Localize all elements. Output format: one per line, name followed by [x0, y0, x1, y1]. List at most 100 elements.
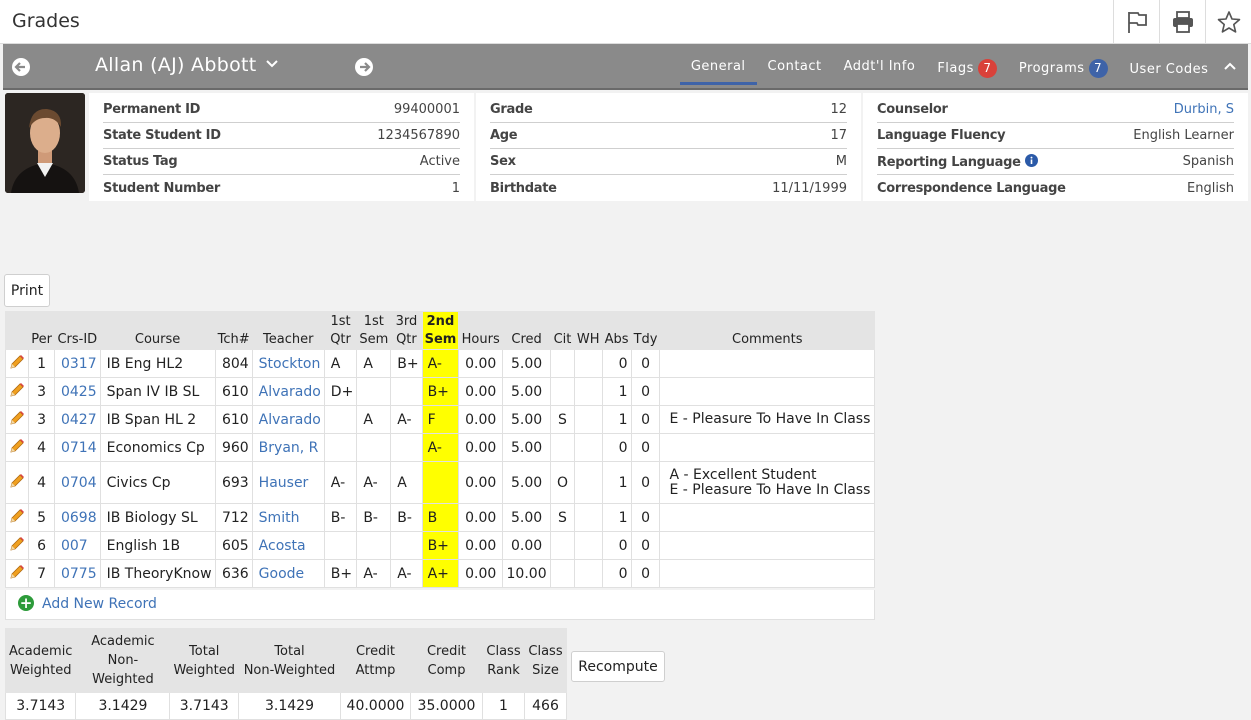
cell-wh [573, 349, 603, 378]
cell-hours: 0.00 [458, 433, 504, 462]
cell-wh [573, 559, 603, 588]
tab-user-codes[interactable]: User Codes [1119, 44, 1248, 90]
cell-teacher[interactable]: Bryan, R [251, 433, 325, 462]
cell-comments: E - Pleasure To Have In Class [659, 405, 875, 434]
cell-abs: 0 [601, 559, 632, 588]
cell-cit [550, 377, 575, 406]
add-icon[interactable]: + [18, 595, 34, 611]
cell-tch: 960 [214, 433, 253, 462]
cell-teacher[interactable]: Goode [251, 559, 325, 588]
cell-comments [659, 349, 875, 378]
cell-hours: 0.00 [458, 503, 504, 532]
student-name-dropdown[interactable]: Allan (AJ) Abbott [95, 54, 279, 76]
cell-crs[interactable]: 0714 [53, 433, 101, 462]
table-row: 1 0317 IB Eng HL2 804 Stockton A A B+ A- 0.00 5.00… [4, 349, 875, 378]
cell-q3: B- [390, 503, 423, 532]
flag-button[interactable] [1113, 0, 1159, 44]
add-new-record-row: + Add New Record [5, 590, 875, 620]
cell-tdy: 0 [630, 461, 661, 504]
print-page-button[interactable] [1159, 0, 1205, 44]
cell-teacher[interactable]: Smith [251, 503, 325, 532]
cell-abs: 1 [601, 377, 632, 406]
cell-s1 [356, 377, 392, 406]
cell-q3: A- [390, 559, 423, 588]
cell-course: IB Eng HL2 [99, 349, 216, 378]
pencil-icon[interactable] [9, 410, 25, 426]
flags-count-badge: 7 [977, 59, 997, 78]
pencil-icon[interactable] [9, 508, 25, 524]
cell-wh [573, 405, 603, 434]
cell-per: 4 [28, 461, 55, 504]
tab-addtl-info[interactable]: Addt'l Info [833, 44, 927, 90]
student-info-col-3: Counselor Durbin, S Language Fluency Engli… [863, 93, 1248, 201]
table-row: 4 0704 Civics Cp 693 Hauser A- A- A 0.00 5.00 O 1 0 A… [4, 461, 875, 504]
pencil-icon[interactable] [9, 564, 25, 580]
cell-tdy: 0 [630, 433, 661, 462]
cell-crs[interactable]: 0698 [53, 503, 101, 532]
gpa-value-credit-attmp: 40.0000 [340, 692, 411, 720]
grades-header-per: Per [28, 311, 55, 350]
tab-contact[interactable]: Contact [757, 44, 833, 90]
cell-teacher[interactable]: Stockton [251, 349, 325, 378]
cell-teacher[interactable]: Alvarado [251, 405, 325, 434]
info-row: Birthdate 11/11/1999 [490, 180, 847, 196]
edit-cell [4, 461, 30, 504]
cell-cit [550, 559, 575, 588]
cell-per: 6 [28, 531, 55, 560]
cell-teacher[interactable]: Acosta [251, 531, 325, 560]
cell-teacher[interactable]: Alvarado [251, 377, 325, 406]
counselor-link[interactable]: Durbin, S [1174, 102, 1234, 117]
cell-hours: 0.00 [458, 349, 504, 378]
cell-crs[interactable]: 0317 [53, 349, 101, 378]
cell-hours: 0.00 [458, 559, 504, 588]
cell-s1: A [356, 349, 392, 378]
pencil-icon[interactable] [9, 382, 25, 398]
cell-teacher[interactable]: Hauser [251, 461, 325, 504]
cell-tdy: 0 [630, 405, 661, 434]
recompute-button[interactable]: Recompute [571, 651, 665, 682]
cell-cred: 5.00 [502, 461, 552, 504]
cell-crs[interactable]: 0704 [53, 461, 101, 504]
pencil-icon[interactable] [9, 354, 25, 370]
cell-s2: A+ [421, 559, 460, 588]
cell-crs[interactable]: 0425 [53, 377, 101, 406]
cell-cit [550, 433, 575, 462]
pencil-icon[interactable] [9, 536, 25, 552]
info-icon[interactable] [1024, 153, 1038, 167]
print-button[interactable]: Print [4, 274, 50, 307]
pencil-icon[interactable] [9, 438, 25, 454]
cell-course: Span IV IB SL [99, 377, 216, 406]
cell-crs[interactable]: 007 [53, 531, 101, 560]
previous-student-button[interactable] [12, 58, 30, 76]
cell-s2 [421, 461, 460, 504]
gpa-header-class-rank: Class Rank [482, 628, 525, 693]
tab-flags[interactable]: Flags 7 [926, 44, 1008, 90]
tab-programs[interactable]: Programs 7 [1008, 44, 1119, 90]
info-row: Counselor Durbin, S [877, 97, 1234, 123]
cell-crs[interactable]: 0427 [53, 405, 101, 434]
tab-general[interactable]: General [679, 44, 757, 90]
cell-hours: 0.00 [458, 377, 504, 406]
cell-wh [573, 461, 603, 504]
grades-header-course: Course [99, 311, 216, 350]
add-new-record-link[interactable]: Add New Record [42, 596, 157, 612]
cell-course: IB Biology SL [99, 503, 216, 532]
grades-header-cred: Cred [502, 311, 552, 350]
table-row: 4 0714 Economics Cp 960 Bryan, R A- 0.00 5.00 0 0 [4, 433, 875, 462]
programs-count-badge: 7 [1088, 59, 1108, 78]
cell-abs: 1 [601, 503, 632, 532]
cell-q3: A- [390, 405, 423, 434]
pencil-icon[interactable] [9, 473, 25, 489]
cell-per: 7 [28, 559, 55, 588]
next-student-button[interactable] [355, 58, 373, 76]
cell-cit: S [550, 503, 575, 532]
chevron-up-icon[interactable] [1223, 59, 1237, 73]
student-photo-image [5, 93, 85, 193]
cell-abs: 0 [601, 531, 632, 560]
cell-crs[interactable]: 0775 [53, 559, 101, 588]
gpa-value-total-non-weighted: 3.1429 [238, 692, 341, 720]
cell-comments [659, 503, 875, 532]
favorite-button[interactable] [1205, 0, 1251, 44]
cell-cred: 0.00 [502, 531, 552, 560]
cell-s1 [356, 531, 392, 560]
